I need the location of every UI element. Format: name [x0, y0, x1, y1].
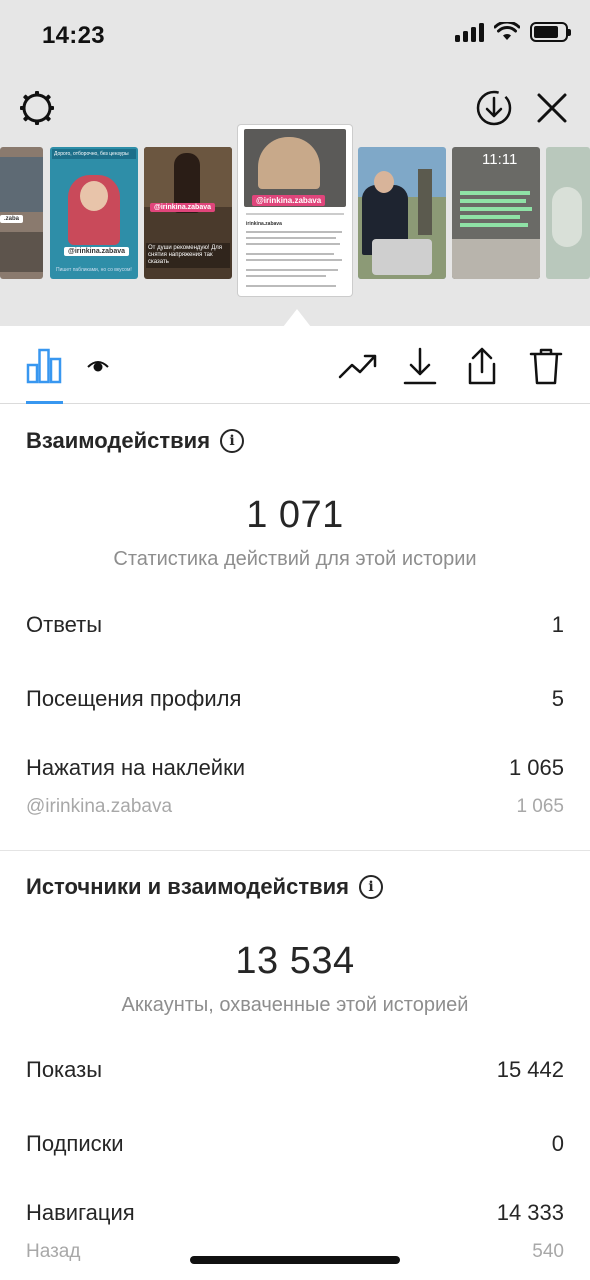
- thumbnail-handle: irinkina.zabava: [246, 221, 282, 227]
- wifi-icon: [494, 22, 520, 40]
- delete-trash-icon[interactable]: [524, 344, 568, 388]
- thumbnail-mention: @irinkina.zabava: [150, 203, 216, 212]
- status-time: 14:23: [42, 22, 105, 49]
- selected-pointer: [283, 309, 311, 327]
- stat-row-profile-visits: Посещения профиля 5: [26, 686, 564, 712]
- download-icon[interactable]: [398, 344, 442, 388]
- stat-row-replies: Ответы 1: [26, 612, 564, 638]
- thumbnail-caption: От души рекомендую! Для снятия напряжени…: [146, 243, 230, 268]
- discovery-caption: Аккаунты, охваченные этой историей: [121, 994, 469, 1016]
- insights-bar-chart-icon[interactable]: [22, 344, 66, 388]
- stat-label: Ответы: [26, 612, 103, 637]
- stat-row-follows: Подписки 0: [26, 1131, 564, 1157]
- status-bar: 14:23: [0, 0, 590, 72]
- stat-label: Показы: [26, 1057, 103, 1082]
- thumbnail-time: 11:11: [482, 151, 518, 168]
- interactions-title: Взаимодействия: [26, 428, 211, 453]
- thumbnail-caption: Дорого, отборочно, без цензуры: [52, 149, 136, 159]
- stat-value: 14 333: [496, 1200, 564, 1225]
- discovery-section-header: Источники и взаимодействия i: [26, 874, 383, 900]
- stat-value: 0: [551, 1131, 564, 1156]
- home-indicator[interactable]: [190, 1256, 400, 1264]
- story-thumbnail[interactable]: [358, 147, 446, 279]
- interactions-total: 1 071: [246, 494, 344, 536]
- stat-label: @irinkina.zabava: [26, 796, 173, 817]
- share-icon[interactable]: [460, 344, 504, 388]
- insights-toolbar: [0, 326, 590, 404]
- discovery-total: 13 534: [235, 940, 355, 982]
- thumbnail-mention: @irinkina.zabava: [64, 247, 130, 256]
- story-thumbnail-selected[interactable]: @irinkina.zabava irinkina.zabava: [238, 125, 352, 296]
- story-thumbnail[interactable]: [546, 147, 590, 279]
- stat-value: 1: [551, 612, 564, 637]
- cellular-signal-icon: [455, 22, 484, 42]
- viewers-eye-icon[interactable]: [76, 344, 120, 388]
- story-thumbnail[interactable]: @irinkina.zabava От души рекомендую! Для…: [144, 147, 232, 279]
- discovery-title: Источники и взаимодействия: [26, 874, 349, 899]
- stat-row-navigation: Навигация 14 333: [26, 1200, 564, 1226]
- stat-row-sticker-taps: Нажатия на наклейки 1 065: [26, 755, 564, 781]
- info-icon[interactable]: i: [220, 429, 245, 453]
- story-thumbnail[interactable]: 11:11: [452, 147, 540, 279]
- active-tab-indicator: [26, 401, 63, 404]
- stat-row-impressions: Показы 15 442: [26, 1057, 564, 1083]
- stat-label: Нажатия на наклейки: [26, 755, 246, 780]
- story-thumbnail[interactable]: .zaba: [0, 147, 43, 279]
- stat-value: 15 442: [496, 1057, 564, 1082]
- stat-label: Назад: [26, 1241, 81, 1262]
- interactions-section-header: Взаимодействия i: [26, 428, 245, 454]
- status-icons: [455, 22, 571, 42]
- interactions-caption: Статистика действий для этой истории: [113, 548, 477, 570]
- section-divider: [0, 850, 590, 851]
- stat-value: 540: [532, 1241, 564, 1262]
- stat-subrow-mention[interactable]: @irinkina.zabava 1 065: [26, 796, 564, 818]
- story-preview-area: 14:23 .zaba Дорого, отборочно, без цензу…: [0, 0, 590, 326]
- story-thumbnails: .zaba Дорого, отборочно, без цензуры @ir…: [0, 125, 590, 300]
- stat-value: 1 065: [508, 755, 564, 780]
- stat-value: 5: [551, 686, 564, 711]
- stat-label: Подписки: [26, 1131, 124, 1156]
- info-icon[interactable]: i: [358, 875, 383, 899]
- thumbnail-mention: @irinkina.zabava: [252, 195, 326, 206]
- battery-icon: [530, 22, 571, 42]
- promote-trend-icon[interactable]: [336, 344, 380, 388]
- stat-label: Посещения профиля: [26, 686, 242, 711]
- stat-value: 1 065: [516, 796, 564, 817]
- stat-label: Навигация: [26, 1200, 135, 1225]
- story-thumbnail[interactable]: Дорого, отборочно, без цензуры @irinkina…: [50, 147, 138, 279]
- thumbnail-caption: Пишет пабликами, но со вкусом!: [56, 267, 132, 273]
